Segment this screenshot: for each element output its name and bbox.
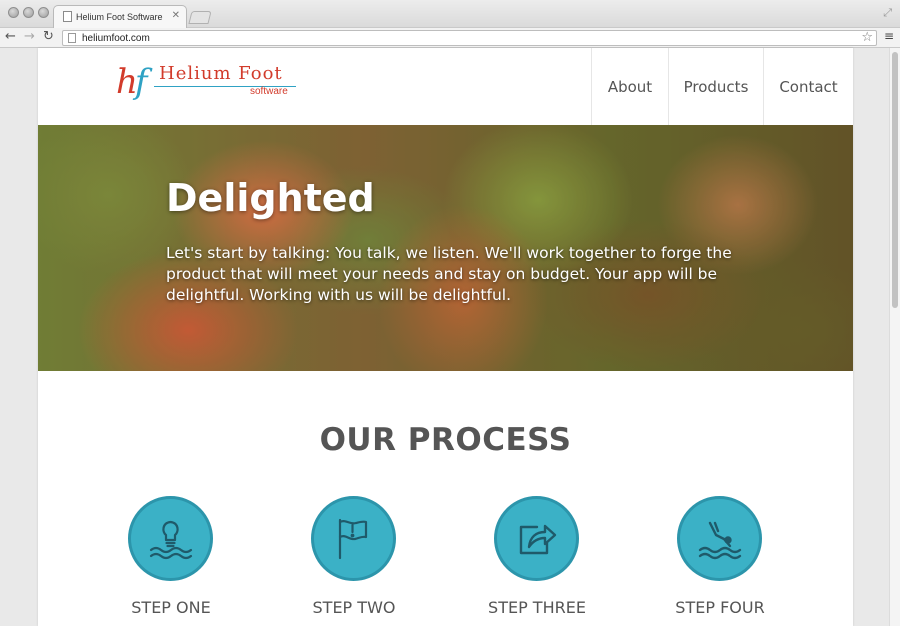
step-circle	[677, 496, 762, 581]
site-header: hf Helium Foot software About Products C…	[38, 48, 853, 125]
tab-close-icon[interactable]: ✕	[172, 10, 180, 22]
address-bar[interactable]: heliumfoot.com ☆	[62, 30, 877, 46]
process-title: OUR PROCESS	[319, 422, 572, 458]
lightbulb-icon	[149, 520, 193, 560]
page-scrollbar[interactable]	[889, 48, 900, 626]
browser-tab[interactable]: Helium Foot Software ✕	[53, 5, 187, 29]
hero-banner: Delighted Let's start by talking: You ta…	[38, 125, 853, 371]
step-four: STEP FOUR	[645, 496, 795, 621]
nav-contact[interactable]: Contact	[763, 48, 853, 125]
logo-name: Helium Foot	[159, 63, 283, 84]
new-tab-button[interactable]	[188, 11, 212, 24]
menu-icon[interactable]: ≡	[884, 29, 894, 43]
back-icon[interactable]: ←	[5, 29, 16, 45]
step-label: STEP TWO	[312, 598, 396, 617]
logo-mark: hf	[116, 62, 148, 102]
scrollbar-thumb[interactable]	[892, 52, 898, 308]
step-three: STEP THREE	[462, 496, 612, 621]
step-circle	[311, 496, 396, 581]
step-circle	[128, 496, 213, 581]
browser-titlebar: Helium Foot Software ✕ ⤢	[0, 0, 900, 29]
step-label: STEP ONE	[131, 598, 211, 617]
logo[interactable]: hf Helium Foot software	[116, 62, 306, 104]
main-nav: About Products Contact	[591, 48, 853, 125]
step-label: STEP FOUR	[675, 598, 765, 617]
website: hf Helium Foot software About Products C…	[38, 48, 853, 626]
page-icon	[63, 11, 72, 22]
step-circle	[494, 496, 579, 581]
nav-products[interactable]: Products	[668, 48, 763, 125]
step-two: STEP TWO	[279, 496, 429, 621]
reload-icon[interactable]: ↻	[43, 29, 54, 45]
diver-icon	[698, 521, 742, 560]
step-label: STEP THREE	[488, 598, 586, 617]
share-icon	[519, 524, 557, 555]
window-close-button[interactable]	[8, 7, 19, 18]
browser-toolbar: ← → ↻ heliumfoot.com ☆ ≡	[0, 28, 900, 48]
tab-title: Helium Foot Software	[76, 12, 163, 22]
hero-text: Let's start by talking: You talk, we lis…	[166, 244, 732, 304]
nav-about[interactable]: About	[591, 48, 668, 125]
logo-tagline: software	[250, 86, 288, 97]
step-one: STEP ONE	[96, 496, 246, 621]
url-text[interactable]: heliumfoot.com	[82, 33, 150, 44]
window-minimize-button[interactable]	[23, 7, 34, 18]
logo-mark-f: f	[134, 62, 148, 102]
process-section: OUR PROCESS STEP ONE STEP TWO STEP THREE…	[38, 371, 853, 626]
bookmark-star-icon[interactable]: ☆	[861, 30, 873, 45]
hero-title: Delighted	[166, 176, 375, 220]
flag-icon	[338, 518, 368, 560]
page-icon	[68, 33, 76, 43]
window-zoom-button[interactable]	[38, 7, 49, 18]
fullscreen-icon[interactable]: ⤢	[883, 6, 892, 20]
forward-icon[interactable]: →	[24, 29, 35, 45]
